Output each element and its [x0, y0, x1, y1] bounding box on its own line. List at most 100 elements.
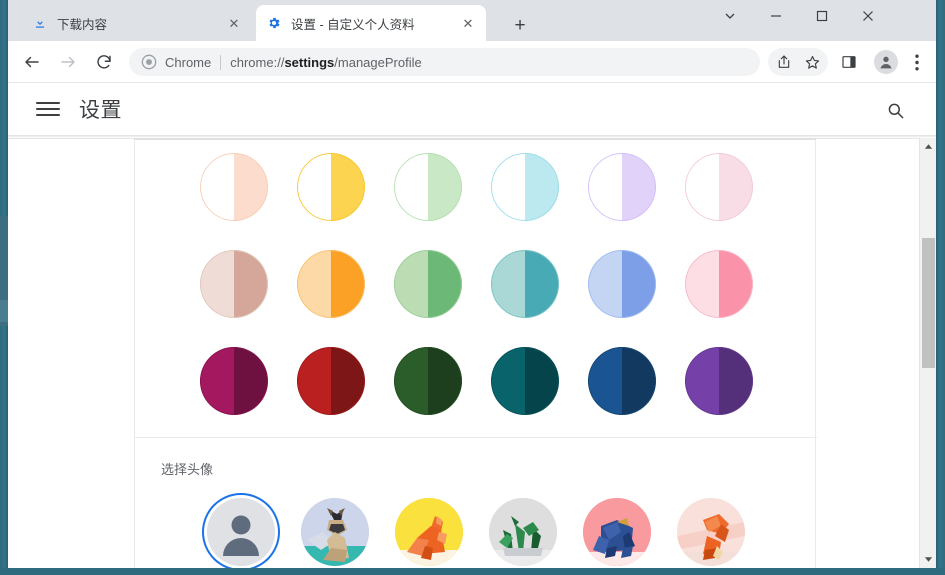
tab-downloads[interactable]: 下载内容 ✕ [22, 5, 252, 41]
origami-dragon-icon [489, 498, 557, 566]
theme-color-swatch-2-3[interactable] [490, 347, 559, 415]
swatch-half-right [233, 250, 268, 318]
theme-color-swatch-0-5[interactable] [684, 153, 753, 221]
settings-scroll-viewport: 选择头像 [8, 138, 936, 568]
desktop-wallpaper-strip-2 [0, 300, 8, 322]
swatch-half-left [684, 347, 719, 415]
swatch-half-left [393, 347, 428, 415]
theme-color-swatch-2-1[interactable] [296, 347, 365, 415]
download-icon [32, 15, 48, 31]
scroll-up-button[interactable] [920, 138, 936, 155]
swatch-half-right [524, 153, 559, 221]
theme-color-swatch-2-4[interactable] [587, 347, 656, 415]
theme-color-grid [135, 140, 817, 437]
theme-color-swatch-1-1[interactable] [296, 250, 365, 318]
omnibox-url-host: settings [284, 54, 335, 70]
avatar-option-origami-fox[interactable] [395, 498, 463, 566]
theme-color-swatch-2-5[interactable] [684, 347, 753, 415]
new-tab-button[interactable]: + [506, 12, 534, 40]
swatch-half-left [296, 347, 331, 415]
chrome-logo-icon [141, 54, 157, 70]
swatch-half-left [199, 250, 234, 318]
toolbar-actions [768, 47, 930, 77]
avatar-option-origami-dragon[interactable] [489, 498, 557, 566]
settings-header: 设置 [8, 83, 936, 135]
share-icon[interactable] [770, 48, 798, 76]
maximize-button[interactable] [799, 0, 845, 32]
reload-button[interactable] [89, 47, 119, 77]
swatch-half-left [393, 153, 428, 221]
settings-page: 设置 选择头像 [8, 83, 936, 568]
theme-color-row [135, 250, 817, 318]
window-edge-bottom [0, 568, 945, 575]
scroll-thumb[interactable] [922, 238, 935, 368]
theme-color-swatch-0-1[interactable] [296, 153, 365, 221]
theme-color-swatch-0-2[interactable] [393, 153, 462, 221]
swatch-half-right [330, 250, 365, 318]
three-dot-menu-button[interactable] [904, 47, 930, 77]
theme-color-swatch-1-2[interactable] [393, 250, 462, 318]
tab-settings[interactable]: 设置 - 自定义个人资料 ✕ [256, 5, 486, 41]
section-divider [135, 437, 817, 438]
omnibox-url-prefix: chrome:// [230, 54, 285, 70]
swatch-half-right [621, 153, 656, 221]
swatch-half-left [490, 153, 525, 221]
swatch-half-right [621, 250, 656, 318]
swatch-half-left [684, 250, 719, 318]
theme-color-swatch-2-2[interactable] [393, 347, 462, 415]
theme-color-swatch-1-3[interactable] [490, 250, 559, 318]
search-icon[interactable] [882, 97, 908, 123]
theme-color-swatch-1-5[interactable] [684, 250, 753, 318]
avatar-section: 选择头像 [135, 437, 817, 566]
tab-close-button[interactable]: ✕ [460, 15, 476, 31]
page-scrollbar[interactable] [919, 138, 936, 568]
avatar-option-default-person[interactable] [207, 498, 275, 566]
share-bookmark-group [768, 48, 828, 76]
swatch-half-left [296, 250, 331, 318]
swatch-half-right [330, 153, 365, 221]
swatch-half-left [296, 153, 331, 221]
window-edge-right [936, 0, 945, 575]
theme-color-swatch-0-0[interactable] [199, 153, 268, 221]
tab-strip: 下载内容 ✕ 设置 - 自定义个人资料 ✕ + [8, 0, 936, 41]
theme-color-swatch-0-4[interactable] [587, 153, 656, 221]
swatch-half-left [587, 347, 622, 415]
tab-title: 设置 - 自定义个人资料 [291, 17, 415, 32]
omnibox-separator [220, 54, 222, 70]
swatch-half-right [233, 347, 268, 415]
theme-color-swatch-0-3[interactable] [490, 153, 559, 221]
swatch-half-right [718, 347, 753, 415]
swatch-half-right [718, 153, 753, 221]
browser-toolbar: Chrome chrome://settings/manageProfile [8, 41, 936, 83]
avatar-option-origami-elephant[interactable] [583, 498, 651, 566]
forward-button[interactable] [53, 47, 83, 77]
theme-color-row [135, 347, 817, 415]
back-button[interactable] [17, 47, 47, 77]
settings-gear-icon [266, 15, 282, 31]
swatch-half-right [427, 347, 462, 415]
minimize-button[interactable] [753, 0, 799, 32]
avatar-picker-row [135, 478, 817, 566]
swatch-half-right [427, 153, 462, 221]
swatch-half-right [524, 347, 559, 415]
address-bar[interactable]: Chrome chrome://settings/manageProfile [129, 48, 760, 76]
theme-color-swatch-1-4[interactable] [587, 250, 656, 318]
tab-close-button[interactable]: ✕ [226, 15, 242, 31]
swatch-half-left [199, 347, 234, 415]
avatar-option-origami-fox-2[interactable] [677, 498, 745, 566]
main-menu-button[interactable] [36, 97, 60, 121]
theme-color-swatch-1-0[interactable] [199, 250, 268, 318]
profile-avatar-button[interactable] [874, 50, 898, 74]
origami-fox-2-icon [677, 498, 745, 566]
swatch-half-right [233, 153, 268, 221]
tab-search-button[interactable] [707, 0, 753, 32]
close-window-button[interactable] [845, 0, 891, 32]
avatar-option-origami-cat[interactable] [301, 498, 369, 566]
swatch-half-left [490, 250, 525, 318]
origami-cat-icon [301, 498, 369, 566]
origami-elephant-icon [583, 498, 651, 566]
scroll-down-button[interactable] [920, 551, 936, 568]
bookmark-star-icon[interactable] [798, 48, 826, 76]
theme-color-swatch-2-0[interactable] [199, 347, 268, 415]
side-panel-icon[interactable] [834, 47, 864, 77]
